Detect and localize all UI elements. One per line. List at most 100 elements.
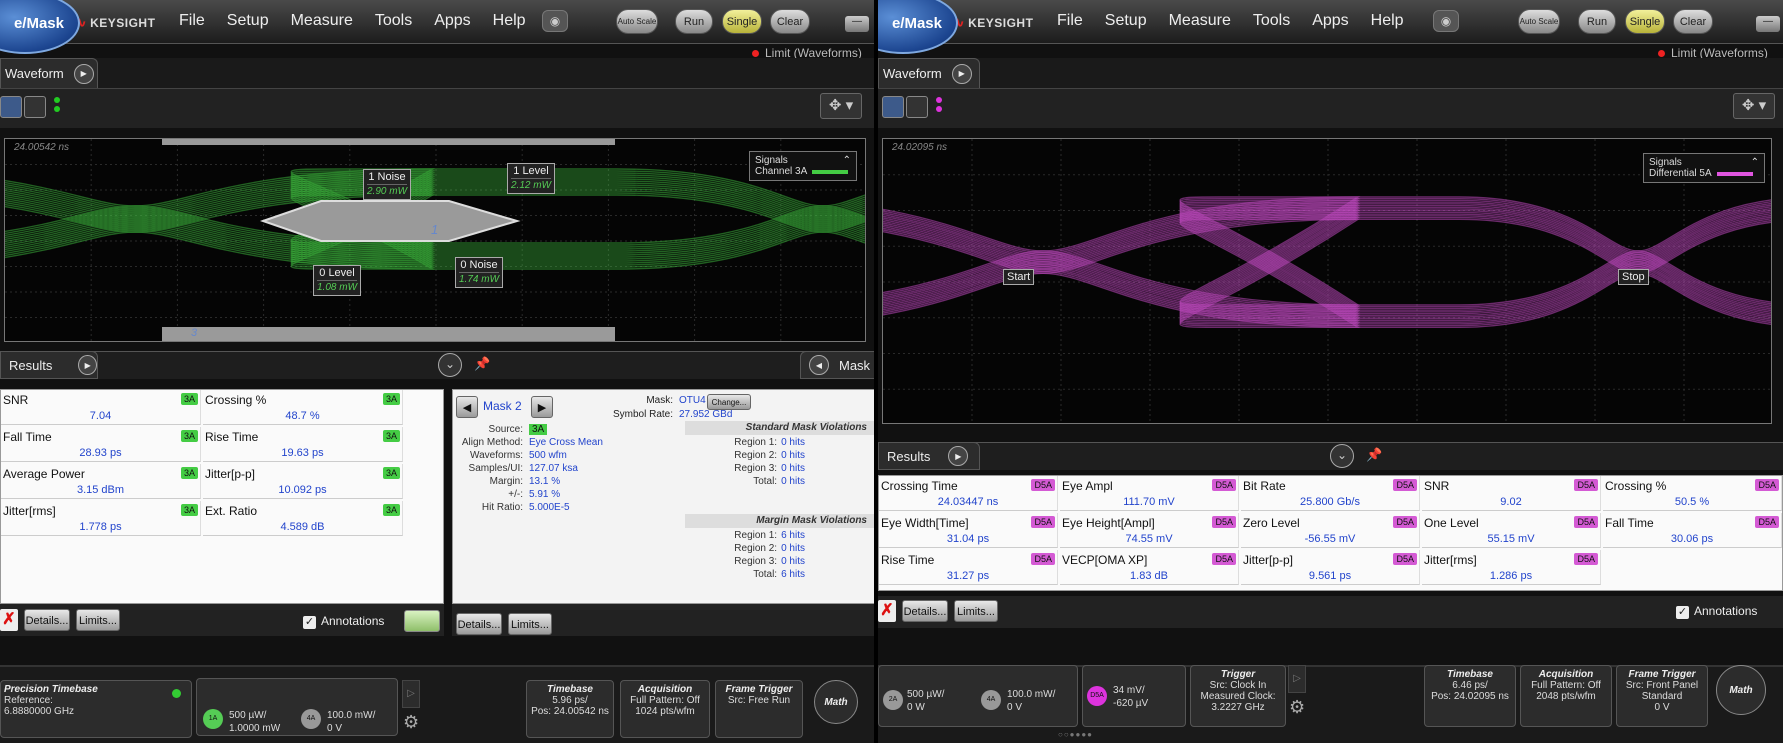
minimize-icon[interactable]: — bbox=[845, 16, 869, 32]
differential-channel-box[interactable]: D5A 34 mV/ -620 µV bbox=[1082, 665, 1186, 727]
annotations-checkbox[interactable]: ✓ Annotations bbox=[303, 614, 384, 629]
channel-4a-chip[interactable]: 4A bbox=[301, 709, 321, 729]
waveform-display-right[interactable]: 24.02095 ns Signals ⌃ Differential 5A Sta… bbox=[882, 138, 1772, 424]
measurement-cell[interactable]: SNR 3A 7.04 bbox=[1, 390, 201, 425]
acquisition-box[interactable]: Acquisition Full Pattern: Off 1024 pts/wfm bbox=[620, 680, 710, 738]
menu-measure-right[interactable]: Measure bbox=[1169, 12, 1231, 30]
delete-measurement-icon[interactable]: ✗ bbox=[0, 609, 18, 631]
more-channels-icon-right[interactable]: ▷ bbox=[1288, 665, 1306, 693]
pin-icon-right[interactable]: 📌 bbox=[1366, 447, 1382, 463]
multi-grid-icon-right[interactable] bbox=[906, 96, 928, 118]
play-icon[interactable]: ▶ bbox=[73, 63, 94, 84]
menu-help-right[interactable]: Help bbox=[1371, 12, 1404, 30]
acquisition-box-right[interactable]: Acquisition Full Pattern: Off 2048 pts/wfm bbox=[1520, 665, 1612, 727]
camera-icon[interactable]: ◉ bbox=[542, 10, 568, 32]
measurement-cell[interactable]: Fall Time 3A 28.93 ps bbox=[1, 427, 201, 462]
measurement-cell[interactable]: Jitter[rms] D5A 1.286 ps bbox=[1422, 550, 1601, 585]
measurement-cell[interactable]: Jitter[p-p] 3A 10.092 ps bbox=[203, 464, 403, 499]
menu-setup[interactable]: Setup bbox=[227, 12, 269, 30]
measurement-cell[interactable]: Ext. Ratio 3A 4.589 dB bbox=[203, 501, 403, 536]
collapse-icon-right[interactable]: ⌃ bbox=[1751, 157, 1759, 168]
annotations-checkbox-right[interactable]: ✓ Annotations bbox=[1676, 604, 1757, 619]
waveform-display[interactable]: 24.00542 ns Signals ⌃ Channel 3A 1 Noise 2… bbox=[4, 138, 866, 342]
camera-icon-right[interactable]: ◉ bbox=[1433, 10, 1459, 32]
gear-icon-right[interactable]: ⚙ bbox=[1289, 697, 1305, 718]
measurement-cell[interactable]: Jitter[p-p] D5A 9.561 ps bbox=[1241, 550, 1420, 585]
run-button-right[interactable]: Run bbox=[1578, 9, 1616, 34]
menu-measure[interactable]: Measure bbox=[291, 12, 353, 30]
delete-measurement-icon-right[interactable]: ✗ bbox=[878, 600, 896, 622]
move-icon-right[interactable]: ✥ ▾ bbox=[1733, 93, 1775, 119]
mask-back-icon[interactable]: ◀ bbox=[809, 355, 829, 375]
collapse-icon[interactable]: ⌃ bbox=[843, 155, 851, 166]
measurement-cell[interactable]: Crossing % D5A 50.5 % bbox=[1603, 476, 1782, 511]
pin-icon[interactable]: 📌 bbox=[474, 356, 490, 372]
measurement-cell[interactable]: Eye Ampl D5A 111.70 mV bbox=[1060, 476, 1239, 511]
measurement-cell[interactable]: Rise Time 3A 19.63 ps bbox=[203, 427, 403, 462]
measurement-cell[interactable]: VECP[OMA XP] D5A 1.83 dB bbox=[1060, 550, 1239, 585]
measurement-cell[interactable]: Jitter[rms] 3A 1.778 ps bbox=[1, 501, 201, 536]
measurement-cell[interactable]: SNR D5A 9.02 bbox=[1422, 476, 1601, 511]
menu-file[interactable]: File bbox=[179, 12, 205, 30]
limits-button[interactable]: Limits... bbox=[76, 609, 120, 631]
multi-grid-icon[interactable] bbox=[24, 96, 46, 118]
channel-d5a-chip[interactable]: D5A bbox=[1087, 686, 1107, 706]
tab-waveform-right[interactable]: Waveform ▶ bbox=[878, 58, 980, 88]
menu-tools-right[interactable]: Tools bbox=[1253, 12, 1290, 30]
auto-scale-button-right[interactable]: Auto Scale bbox=[1518, 9, 1560, 34]
single-button-right[interactable]: Single bbox=[1625, 9, 1665, 34]
collapse-results-icon[interactable]: ⌄ bbox=[438, 353, 462, 377]
measurement-cell[interactable]: Eye Height[Ampl] D5A 74.55 mV bbox=[1060, 513, 1239, 548]
frame-trigger-box[interactable]: Frame Trigger Src: Free Run bbox=[715, 680, 803, 738]
precision-timebase-box[interactable]: Precision Timebase Reference: 6.8880000 … bbox=[0, 680, 192, 738]
change-mask-button[interactable]: Change... bbox=[707, 394, 751, 410]
play-icon-right[interactable]: ▶ bbox=[951, 63, 972, 84]
math-button[interactable]: Math bbox=[814, 680, 858, 724]
single-button[interactable]: Single bbox=[722, 9, 762, 34]
tab-results-right[interactable]: Results ▶ bbox=[878, 442, 980, 470]
math-button-right[interactable]: Math bbox=[1716, 665, 1766, 715]
channel-box-right[interactable]: 2A 500 µW/0 W 4A 100.0 mW/0 V bbox=[878, 665, 1078, 727]
results-play-icon[interactable]: ▶ bbox=[78, 355, 97, 375]
channel-2a-chip[interactable]: 2A bbox=[883, 690, 903, 710]
mask-prev-button[interactable]: ◀ bbox=[456, 396, 478, 418]
mask-details-button[interactable]: Details... bbox=[456, 613, 502, 635]
menu-file-right[interactable]: File bbox=[1057, 12, 1083, 30]
measurement-cell[interactable]: One Level D5A 55.15 mV bbox=[1422, 513, 1601, 548]
move-icon[interactable]: ✥ ▾ bbox=[820, 93, 862, 119]
frame-trigger-box-right[interactable]: Frame Trigger Src: Front Panel Standard 0 V bbox=[1616, 665, 1708, 727]
menu-apps[interactable]: Apps bbox=[434, 12, 470, 30]
tab-mask[interactable]: ◀ Mask bbox=[800, 351, 874, 379]
collapse-results-icon-right[interactable]: ⌄ bbox=[1330, 444, 1354, 468]
limits-button-right[interactable]: Limits... bbox=[954, 600, 998, 622]
clear-button-right[interactable]: Clear bbox=[1673, 9, 1713, 34]
more-channels-icon[interactable]: ▷ bbox=[402, 680, 420, 708]
measurement-cell[interactable]: Rise Time D5A 31.27 ps bbox=[879, 550, 1058, 585]
tab-waveform[interactable]: Waveform ▶ bbox=[0, 58, 98, 88]
auto-scale-button[interactable]: Auto Scale bbox=[616, 9, 658, 34]
trigger-box[interactable]: Trigger Src: Clock In Measured Clock: 3.222… bbox=[1190, 665, 1286, 727]
menu-help[interactable]: Help bbox=[493, 12, 526, 30]
details-button[interactable]: Details... bbox=[24, 609, 70, 631]
channel-box[interactable]: 1A 500 µW/1.0000 mW 4A 100.0 mW/0 V bbox=[196, 678, 398, 736]
timebase-box[interactable]: Timebase 5.96 ps/Pos: 24.00542 ns bbox=[526, 680, 614, 738]
signals-legend-right[interactable]: Signals ⌃ Differential 5A bbox=[1643, 153, 1765, 183]
measurement-cell[interactable]: Zero Level D5A -56.55 mV bbox=[1241, 513, 1420, 548]
timebase-box-right[interactable]: Timebase 6.46 ps/Pos: 24.02095 ns bbox=[1424, 665, 1516, 727]
signals-legend[interactable]: Signals ⌃ Channel 3A bbox=[749, 151, 857, 181]
results-play-icon-right[interactable]: ▶ bbox=[948, 446, 969, 466]
run-button[interactable]: Run bbox=[675, 9, 713, 34]
mask-next-button[interactable]: ▶ bbox=[531, 396, 553, 418]
tab-results[interactable]: Results ▶ bbox=[0, 351, 98, 379]
menu-setup-right[interactable]: Setup bbox=[1105, 12, 1147, 30]
measurement-cell[interactable]: Bit Rate D5A 25.800 Gb/s bbox=[1241, 476, 1420, 511]
channel-1a-chip[interactable]: 1A bbox=[203, 709, 223, 729]
checkbox-icon-right[interactable]: ✓ bbox=[1676, 606, 1689, 619]
measurement-cell[interactable]: Eye Width[Time] D5A 31.04 ps bbox=[879, 513, 1058, 548]
single-grid-icon-right[interactable] bbox=[882, 96, 904, 118]
menu-tools[interactable]: Tools bbox=[375, 12, 412, 30]
single-grid-icon[interactable] bbox=[0, 96, 22, 118]
menu-apps-right[interactable]: Apps bbox=[1312, 12, 1348, 30]
gear-icon[interactable]: ⚙ bbox=[403, 712, 419, 733]
mode-badge[interactable]: e/Mask bbox=[0, 0, 80, 54]
